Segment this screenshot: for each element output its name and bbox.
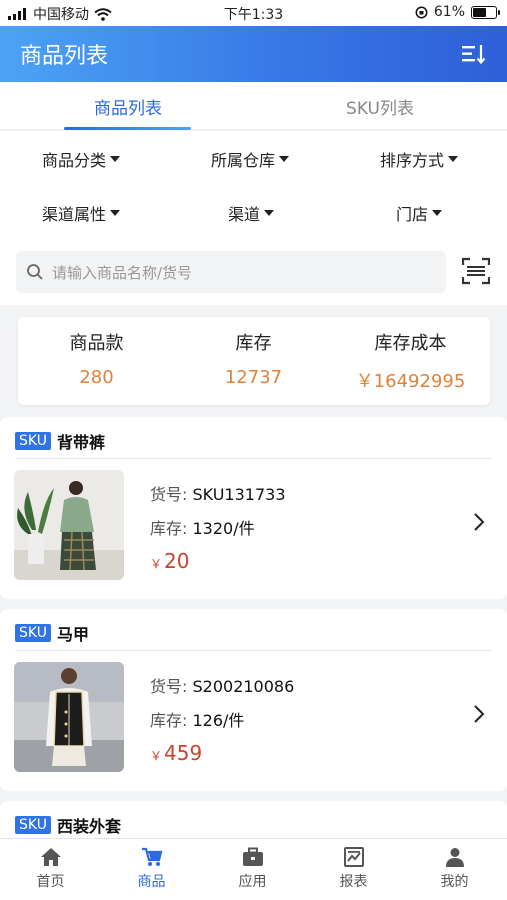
stock-value: 126/件 [192, 711, 245, 730]
card-header: SKU 马甲 [15, 621, 89, 645]
summary-stock: 库存 12737 [175, 329, 332, 388]
product-code: 货号: SKU131733 [150, 481, 286, 505]
summary-label: 库存 [235, 333, 272, 354]
product-card[interactable]: SKU 背带裤 货号: SKU131733 库存: 1320/件 ￥ 20 [0, 417, 507, 599]
sku-badge: SKU [15, 816, 51, 834]
user-icon [445, 848, 464, 867]
tab-bar: 商品列表 SKU列表 [0, 82, 507, 130]
card-header: SKU 西装外套 [15, 813, 121, 837]
filter-panel: 商品分类 所属仓库 排序方式 渠道属性 渠道 门店 [0, 131, 507, 239]
caret-down-icon [110, 210, 121, 216]
product-image [14, 662, 124, 772]
code-value: S200210086 [192, 677, 295, 696]
currency-symbol: ￥ [150, 749, 163, 763]
filter-sort[interactable]: 排序方式 [380, 147, 459, 171]
caret-down-icon [110, 156, 121, 162]
summary-label: 商品款 [69, 333, 124, 354]
sort-icon[interactable] [461, 42, 487, 66]
summary-value: 12737 [224, 367, 283, 388]
stock-label: 库存: [150, 519, 188, 538]
tab-sku-list[interactable]: SKU列表 [290, 94, 470, 119]
tabbar-reports[interactable]: 报表 [303, 847, 404, 891]
app-header: 商品列表 [0, 26, 507, 82]
filter-store-label: 门店 [396, 205, 429, 224]
currency-symbol: ￥ [150, 557, 163, 571]
filter-store[interactable]: 门店 [396, 201, 443, 225]
product-price: ￥ 20 [150, 549, 189, 573]
product-card[interactable]: SKU 马甲 货号: S200210086 库存: 126/件 ￥ 459 [0, 609, 507, 791]
code-label: 货号: [150, 677, 188, 696]
card-header: SKU 背带裤 [15, 429, 105, 453]
filter-category-label: 商品分类 [42, 151, 107, 170]
code-label: 货号: [150, 485, 188, 504]
stock-label: 库存: [150, 711, 188, 730]
price-value: 20 [164, 549, 190, 573]
code-value: SKU131733 [192, 485, 286, 504]
product-name: 西装外套 [56, 817, 121, 836]
search-area: 请输入商品名称/货号 [0, 239, 507, 305]
cart-icon [141, 847, 162, 866]
filter-warehouse[interactable]: 所属仓库 [211, 147, 290, 171]
summary-stock-cost: 库存成本 ￥16492995 [332, 329, 489, 393]
home-icon [40, 848, 61, 866]
chevron-right-icon[interactable] [473, 512, 485, 532]
filter-channel-attr[interactable]: 渠道属性 [42, 201, 121, 225]
briefcase-icon [242, 847, 263, 866]
active-tab-indicator [64, 127, 191, 130]
product-card[interactable]: SKU 西装外套 [0, 801, 507, 841]
tabbar-products[interactable]: 商品 [101, 847, 202, 891]
battery-icon [471, 5, 500, 19]
tab-product-list[interactable]: 商品列表 [38, 94, 218, 119]
product-stock: 库存: 126/件 [150, 707, 244, 731]
sku-badge: SKU [15, 624, 51, 642]
tabbar-label: 应用 [238, 874, 267, 890]
caret-down-icon [279, 156, 290, 162]
tabbar-label: 商品 [137, 874, 166, 890]
barcode-scan-icon[interactable] [462, 257, 490, 285]
summary-label: 库存成本 [374, 333, 447, 354]
status-right: 61% [415, 4, 500, 20]
tabbar-profile[interactable]: 我的 [404, 847, 505, 891]
battery-percent: 61% [433, 4, 465, 20]
tabbar-label: 报表 [339, 874, 368, 890]
caret-down-icon [448, 156, 459, 162]
status-bar: 中国移动 下午1:33 61% [0, 0, 507, 26]
sku-badge: SKU [15, 432, 51, 450]
filter-category[interactable]: 商品分类 [42, 147, 121, 171]
product-image [14, 470, 124, 580]
filter-channel[interactable]: 渠道 [228, 201, 275, 225]
search-input[interactable]: 请输入商品名称/货号 [16, 251, 446, 293]
search-icon [27, 264, 43, 280]
stock-value: 1320/件 [192, 519, 255, 538]
summary-value: 280 [79, 367, 114, 388]
page-title: 商品列表 [20, 44, 109, 69]
tabbar-home[interactable]: 首页 [0, 847, 101, 891]
summary-panel: 商品款 280 库存 12737 库存成本 ￥16492995 [18, 317, 490, 405]
search-placeholder: 请输入商品名称/货号 [52, 264, 193, 282]
filter-warehouse-label: 所属仓库 [211, 151, 276, 170]
tabbar-label: 首页 [36, 874, 65, 890]
summary-value: ￥16492995 [355, 371, 466, 392]
filter-channel-attr-label: 渠道属性 [42, 205, 107, 224]
price-value: 459 [164, 741, 203, 765]
bottom-tab-bar: 首页 商品 应用 报表 我的 [0, 838, 507, 900]
chevron-right-icon[interactable] [473, 704, 485, 724]
product-stock: 库存: 1320/件 [150, 515, 255, 539]
summary-product-count: 商品款 280 [18, 329, 175, 388]
product-name: 马甲 [56, 625, 89, 644]
product-code: 货号: S200210086 [150, 673, 294, 697]
caret-down-icon [264, 210, 275, 216]
report-icon [343, 847, 364, 867]
divider [15, 458, 492, 459]
product-price: ￥ 459 [150, 741, 202, 765]
product-name: 背带裤 [56, 433, 105, 452]
orientation-lock-icon [415, 6, 428, 18]
filter-channel-label: 渠道 [228, 205, 261, 224]
tabbar-label: 我的 [440, 874, 469, 890]
divider [15, 650, 492, 651]
tabbar-apps[interactable]: 应用 [202, 847, 303, 891]
filter-sort-label: 排序方式 [380, 151, 445, 170]
caret-down-icon [432, 210, 443, 216]
